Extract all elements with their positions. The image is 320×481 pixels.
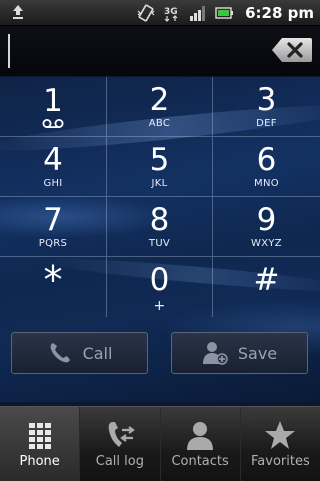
call-button-label: Call xyxy=(82,343,113,363)
key-4[interactable]: 4 GHI xyxy=(0,137,107,197)
action-buttons: Call Save xyxy=(0,332,320,392)
data-3g-icon: 3G xyxy=(164,7,178,22)
voicemail-icon xyxy=(42,118,64,128)
key-digit: 5 xyxy=(149,141,170,178)
key-digit: 6 xyxy=(256,141,277,178)
key-letters: GHI xyxy=(43,177,63,189)
bottom-tab-bar: Phone Call log Contacts Favorites xyxy=(0,406,320,481)
tab-call-log[interactable]: Call log xyxy=(80,407,161,481)
tab-label: Call log xyxy=(95,453,144,469)
key-digit: 1 xyxy=(43,82,63,119)
tab-label: Phone xyxy=(19,453,60,469)
key-8[interactable]: 8 TUV xyxy=(107,197,213,257)
keypad-grid-icon xyxy=(28,422,51,449)
tab-phone[interactable]: Phone xyxy=(0,407,81,481)
key-digit: 7 xyxy=(43,201,63,238)
key-digit: 0 xyxy=(149,262,170,298)
tab-favorites[interactable]: Favorites xyxy=(241,407,320,481)
key-digit: 9 xyxy=(256,201,277,238)
key-6[interactable]: 6 MNO xyxy=(213,137,320,197)
svg-text:3G: 3G xyxy=(164,7,178,17)
tab-label: Favorites xyxy=(251,453,310,469)
key-digit: * xyxy=(43,258,63,302)
backspace-button[interactable] xyxy=(272,37,312,63)
key-9[interactable]: 9 WXYZ xyxy=(213,197,320,257)
key-digit: # xyxy=(253,262,280,298)
key-letters: ABC xyxy=(148,117,171,129)
star-icon xyxy=(265,420,296,449)
number-entry-field[interactable] xyxy=(0,26,320,76)
tab-contacts[interactable]: Contacts xyxy=(161,407,241,481)
call-log-icon xyxy=(108,421,135,447)
vibrate-icon xyxy=(137,4,155,21)
key-letters: MNO xyxy=(254,177,279,189)
key-digit: 3 xyxy=(256,81,277,118)
key-3[interactable]: 3 DEF xyxy=(213,77,320,137)
signal-bars-icon xyxy=(190,5,206,21)
status-bar: 3G 6:28 pm xyxy=(0,0,320,26)
call-button[interactable]: Call xyxy=(11,332,148,374)
key-star[interactable]: * xyxy=(0,257,107,317)
key-letters: JKL xyxy=(151,177,168,189)
add-contact-icon xyxy=(202,342,228,365)
save-contact-button[interactable]: Save xyxy=(171,332,308,374)
key-letters: PQRS xyxy=(38,237,68,249)
key-1[interactable]: 1 xyxy=(0,77,107,137)
status-time: 6:28 pm xyxy=(245,3,314,22)
key-7[interactable]: 7 PQRS xyxy=(0,197,107,257)
battery-icon xyxy=(215,6,234,19)
key-0[interactable]: 0 + xyxy=(107,257,213,317)
phone-handset-icon xyxy=(50,343,70,363)
dialpad: 1 2 ABC 3 DEF 4 GHI 5 JKL 6 MNO 7 PQRS 8… xyxy=(0,77,320,317)
save-button-label: Save xyxy=(237,343,278,363)
upload-notification-icon xyxy=(13,5,23,19)
key-digit: 2 xyxy=(149,81,170,118)
key-digit: 4 xyxy=(43,141,63,178)
key-letters: TUV xyxy=(148,237,171,249)
key-2[interactable]: 2 ABC xyxy=(107,77,213,137)
text-cursor xyxy=(8,34,10,68)
dialpad-area: 1 2 ABC 3 DEF 4 GHI 5 JKL 6 MNO 7 PQRS 8… xyxy=(0,77,320,402)
key-hash[interactable]: # xyxy=(213,257,320,317)
key-digit: 8 xyxy=(149,201,170,238)
key-5[interactable]: 5 JKL xyxy=(107,137,213,197)
key-letters: WXYZ xyxy=(251,237,282,249)
tab-label: Contacts xyxy=(171,453,229,469)
key-letters: DEF xyxy=(256,117,277,129)
key-letters: + xyxy=(153,298,166,314)
contacts-person-icon xyxy=(187,421,214,450)
